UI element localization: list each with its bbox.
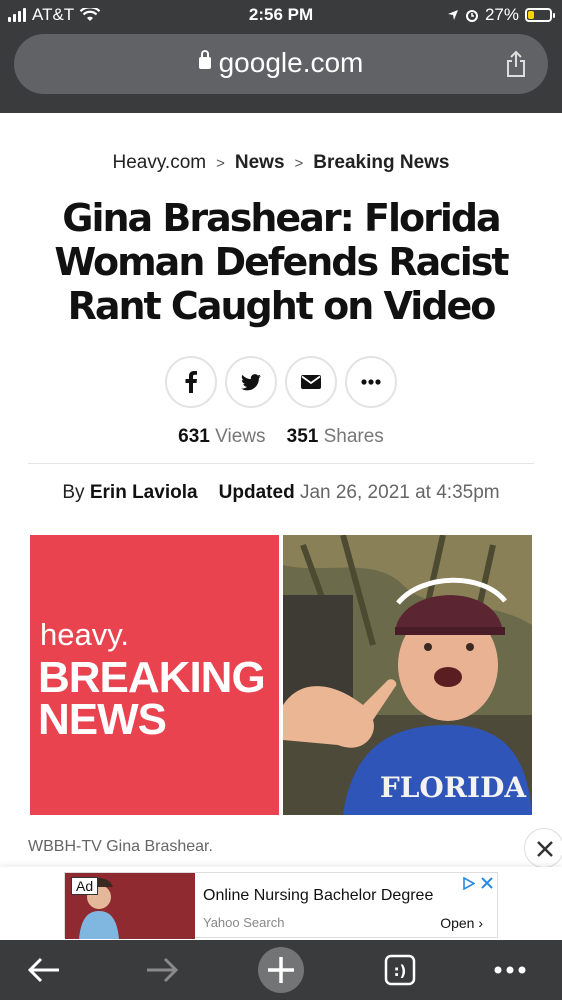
shirt-text: FLORIDA: [380, 771, 528, 804]
alarm-icon: [465, 10, 478, 22]
close-icon: [537, 841, 553, 857]
share-buttons: [0, 356, 562, 408]
breadcrumb-news[interactable]: News: [235, 152, 285, 173]
lock-icon: [198, 50, 211, 69]
article-photo: FLORIDA: [283, 535, 532, 815]
forward-button[interactable]: [132, 940, 192, 1000]
adchoices-icon[interactable]: [463, 877, 475, 890]
ad-title[interactable]: Online Nursing Bachelor Degree: [203, 887, 433, 905]
email-share-button[interactable]: [285, 356, 337, 408]
chevron-right-icon: ›: [478, 915, 483, 931]
close-ad-button[interactable]: [524, 828, 562, 868]
breadcrumb-home[interactable]: Heavy.com: [112, 152, 206, 173]
email-icon: [301, 375, 321, 389]
url-domain: google.com: [218, 47, 364, 78]
chevron-right-icon: >: [294, 155, 304, 172]
more-icon: [361, 379, 381, 385]
views-count: 631: [178, 426, 210, 447]
twitter-icon: [241, 373, 261, 390]
share-icon[interactable]: [504, 50, 528, 78]
forward-arrow-icon: [147, 957, 179, 983]
facebook-share-button[interactable]: [165, 356, 217, 408]
ad-open-button[interactable]: Open ›: [440, 915, 483, 931]
address-bar[interactable]: google.com: [14, 34, 548, 94]
shares-count: 351: [286, 426, 319, 447]
svg-text::): :): [394, 962, 407, 980]
breaking-news-text: BREAKING NEWS: [38, 653, 266, 744]
more-share-button[interactable]: [345, 356, 397, 408]
by-label: By: [62, 482, 85, 503]
facebook-icon: [185, 371, 197, 393]
heavy-logo-text: heavy.: [40, 617, 130, 652]
back-arrow-icon: [27, 957, 59, 983]
browser-toolbar: :): [0, 940, 562, 1000]
twitter-share-button[interactable]: [225, 356, 277, 408]
menu-button[interactable]: [480, 940, 540, 1000]
author-link[interactable]: Erin Laviola: [90, 482, 198, 503]
updated-label: Updated: [218, 482, 295, 503]
ad-image: Ad: [65, 873, 195, 939]
article-title: Gina Brashear: Florida Woman Defends Rac…: [54, 196, 509, 328]
breaking-news-graphic: heavy. BREAKING NEWS: [30, 535, 279, 815]
byline: By Erin Laviola Updated Jan 26, 2021 at …: [0, 482, 562, 504]
status-bar: AT&T 2:56 PM 27%: [0, 0, 562, 30]
browser-top-bar: AT&T 2:56 PM 27% google.com: [0, 0, 562, 113]
photo-illustration: FLORIDA: [283, 535, 532, 815]
chevron-right-icon: >: [216, 155, 225, 172]
new-tab-button[interactable]: [251, 940, 311, 1000]
ad-card[interactable]: Ad Online Nursing Bachelor Degree Yahoo …: [64, 872, 498, 939]
tabs-button[interactable]: :): [370, 940, 430, 1000]
breadcrumb: Heavy.com > News > Breaking News: [0, 152, 562, 174]
ad-source: Yahoo Search: [203, 915, 285, 930]
updated-date: Jan 26, 2021 at 4:35pm: [299, 482, 500, 503]
tabs-icon: :): [384, 954, 416, 986]
divider: [28, 463, 534, 464]
ad-banner[interactable]: Ad Online Nursing Bachelor Degree Yahoo …: [0, 867, 562, 940]
plus-icon: [258, 947, 304, 993]
battery-icon: [525, 8, 555, 22]
views-label: Views: [215, 426, 266, 447]
article-stats: 631 Views 351 Shares: [0, 426, 562, 448]
ad-close-icon[interactable]: [481, 877, 493, 889]
location-icon: [447, 10, 458, 20]
ad-badge: Ad: [71, 877, 99, 895]
battery-percent: 27%: [484, 5, 519, 24]
breadcrumb-breaking-news[interactable]: Breaking News: [313, 152, 449, 173]
menu-dots-icon: [494, 966, 526, 974]
image-caption: WBBH-TV Gina Brashear.: [28, 838, 213, 855]
back-button[interactable]: [14, 940, 74, 1000]
ad-choices[interactable]: [463, 877, 493, 890]
shares-label: Shares: [323, 426, 384, 447]
